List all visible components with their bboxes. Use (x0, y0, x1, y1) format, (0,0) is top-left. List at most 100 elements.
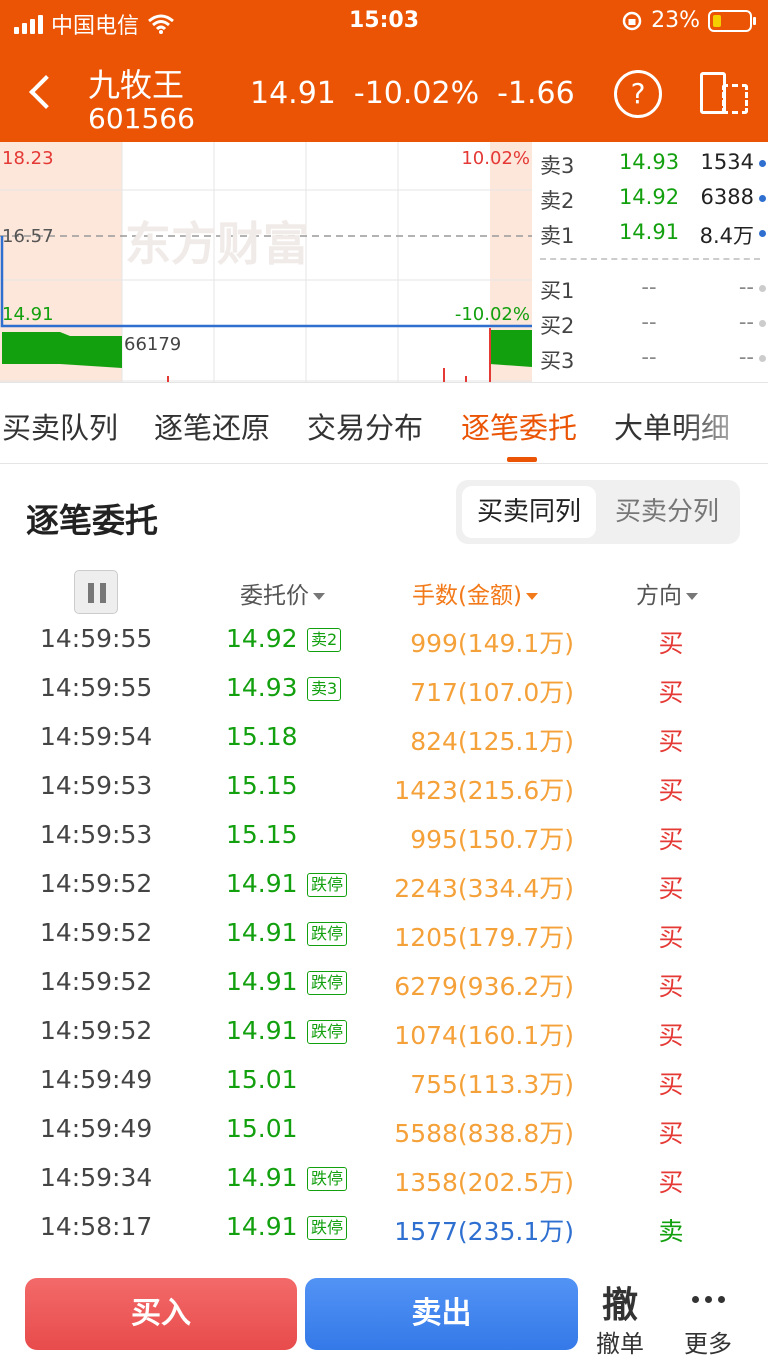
help-icon[interactable]: ? (614, 70, 662, 118)
pause-button[interactable] (74, 570, 118, 614)
cancel-label: 撤单 (596, 1330, 644, 1358)
volume-column-header[interactable]: 手数(金额) (412, 576, 538, 610)
tab-queue[interactable]: 买卖队列 (2, 405, 118, 447)
sort-caret-icon (525, 593, 538, 600)
table-row[interactable]: 14:59:52 14.91 跌停 2243(334.4万) 买 (0, 859, 768, 908)
chart-high-percent: 10.02% (461, 148, 530, 169)
tab-trade-distribution[interactable]: 交易分布 (307, 405, 423, 447)
battery-percent: 23% (651, 8, 700, 33)
row-price-tag: 跌停 (307, 971, 348, 995)
tab-tick-orders[interactable]: 逐笔委托 (461, 405, 577, 447)
price-column-label: 委托价 (240, 583, 309, 609)
switch-stock-icon[interactable] (700, 70, 748, 116)
layout-segmented-control: 买卖同列 买卖分列 (456, 480, 740, 544)
sell-button[interactable]: 卖出 (305, 1278, 578, 1350)
bid-3-price: -- (641, 345, 657, 369)
ask-3-label: 卖3 (540, 154, 575, 178)
stock-name: 九牧王 (88, 66, 185, 104)
bid-row-1: 买1 -- -- (540, 275, 766, 305)
row-price: 14.91 (226, 1163, 298, 1192)
price-column-header[interactable]: 委托价 (240, 576, 325, 610)
row-price: 14.91 (226, 967, 298, 996)
more-button[interactable]: 更多 (668, 1276, 748, 1359)
table-row[interactable]: 14:59:53 15.15 1423(215.6万) 买 (0, 761, 768, 810)
row-volume: 1423(215.6万) (394, 776, 574, 805)
ask-1-volume: 8.4万 (699, 224, 754, 248)
tab-tick-restore[interactable]: 逐笔还原 (154, 405, 270, 447)
cancel-order-button[interactable]: 撤 撤单 (580, 1276, 660, 1359)
row-volume: 755(113.3万) (410, 1070, 574, 1099)
row-direction: 买 (658, 1070, 684, 1099)
row-price-tag: 卖3 (307, 677, 342, 701)
row-volume: 1577(235.1万) (394, 1217, 574, 1246)
row-time: 14:59:53 (40, 771, 153, 800)
ask-row-3: 卖3 14.93 1534 (540, 150, 766, 180)
ask-row-1: 卖1 14.91 8.4万 (540, 220, 766, 250)
bid-1-label: 买1 (540, 279, 575, 303)
chart-watermark: 东方财富 (125, 217, 309, 271)
intraday-chart[interactable]: 东方财富 18.23 16.57 14.91 10.02% -10.02% 66… (0, 142, 532, 382)
order-book[interactable]: 卖3 14.93 1534 卖2 14.92 6388 卖1 14.91 8.4… (532, 142, 768, 382)
back-button[interactable] (26, 70, 56, 114)
row-price: 15.15 (226, 771, 298, 800)
top-bar: 中国电信 15:03 23% 九牧王 601566 14.91 -10.02% … (0, 0, 768, 142)
table-row[interactable]: 14:59:52 14.91 跌停 1074(160.1万) 买 (0, 1006, 768, 1055)
row-time: 14:59:52 (40, 1016, 153, 1045)
row-time: 14:59:49 (40, 1065, 153, 1094)
table-row[interactable]: 14:59:49 15.01 5588(838.8万) 买 (0, 1104, 768, 1153)
row-price: 14.91 (226, 1212, 298, 1241)
table-row[interactable]: 14:59:55 14.93 卖3 717(107.0万) 买 (0, 663, 768, 712)
ask-1-price: 14.91 (618, 220, 680, 244)
row-direction: 买 (658, 629, 684, 658)
row-volume: 1074(160.1万) (394, 1021, 574, 1050)
row-price: 15.15 (226, 820, 298, 849)
order-book-divider (540, 258, 760, 260)
row-price: 14.92 (226, 624, 298, 653)
same-column-option[interactable]: 买卖同列 (462, 486, 596, 538)
bid-2-dot-icon (759, 320, 766, 327)
row-direction: 卖 (658, 1217, 684, 1246)
table-row[interactable]: 14:59:52 14.91 跌停 6279(936.2万) 买 (0, 957, 768, 1006)
active-tab-indicator (507, 457, 537, 462)
stock-code: 601566 (88, 102, 195, 135)
row-direction: 买 (658, 1168, 684, 1197)
row-time: 14:59:52 (40, 918, 153, 947)
table-row[interactable]: 14:59:34 14.91 跌停 1358(202.5万) 买 (0, 1153, 768, 1202)
row-time: 14:59:55 (40, 673, 153, 702)
buy-button[interactable]: 买入 (25, 1278, 297, 1350)
detail-tabs: 买卖队列 逐笔还原 交易分布 逐笔委托 大单明细 (0, 382, 768, 464)
row-price: 15.01 (226, 1065, 298, 1094)
chart-high-label: 18.23 (2, 148, 54, 169)
chart-volume-label: 66179 (124, 334, 181, 355)
table-row[interactable]: 14:59:54 15.18 824(125.1万) 买 (0, 712, 768, 761)
table-row[interactable]: 14:58:17 14.91 跌停 1577(235.1万) 卖 (0, 1202, 768, 1251)
table-row[interactable]: 14:59:49 15.01 755(113.3万) 买 (0, 1055, 768, 1104)
more-icon (668, 1276, 748, 1320)
chart-low-percent: -10.02% (455, 304, 530, 325)
table-row[interactable]: 14:59:52 14.91 跌停 1205(179.7万) 买 (0, 908, 768, 957)
row-volume: 1358(202.5万) (394, 1168, 574, 1197)
ask-2-dot-icon (759, 195, 766, 202)
row-price: 15.01 (226, 1114, 298, 1143)
quote-summary: 14.91 -10.02% -1.66 (250, 76, 575, 111)
row-time: 14:59:54 (40, 722, 153, 751)
split-column-option[interactable]: 买卖分列 (600, 486, 734, 538)
bid-2-volume: -- (738, 310, 754, 334)
ask-row-2: 卖2 14.92 6388 (540, 185, 766, 215)
table-row[interactable]: 14:59:55 14.92 卖2 999(149.1万) 买 (0, 614, 768, 663)
ask-3-dot-icon (759, 160, 766, 167)
row-direction: 买 (658, 678, 684, 707)
table-row[interactable]: 14:59:53 15.15 995(150.7万) 买 (0, 810, 768, 859)
row-direction: 买 (658, 776, 684, 805)
direction-column-header[interactable]: 方向 (636, 576, 698, 610)
chart-mid-label: 16.57 (2, 226, 54, 247)
section-title: 逐笔委托 (26, 501, 158, 540)
orientation-lock-icon (622, 11, 642, 30)
row-direction: 买 (658, 1021, 684, 1050)
row-time: 14:59:52 (40, 869, 153, 898)
chart-low-label: 14.91 (2, 304, 54, 325)
ask-3-volume: 1534 (700, 150, 754, 174)
row-direction: 买 (658, 727, 684, 756)
row-time: 14:59:53 (40, 820, 153, 849)
ask-2-volume: 6388 (700, 185, 754, 209)
